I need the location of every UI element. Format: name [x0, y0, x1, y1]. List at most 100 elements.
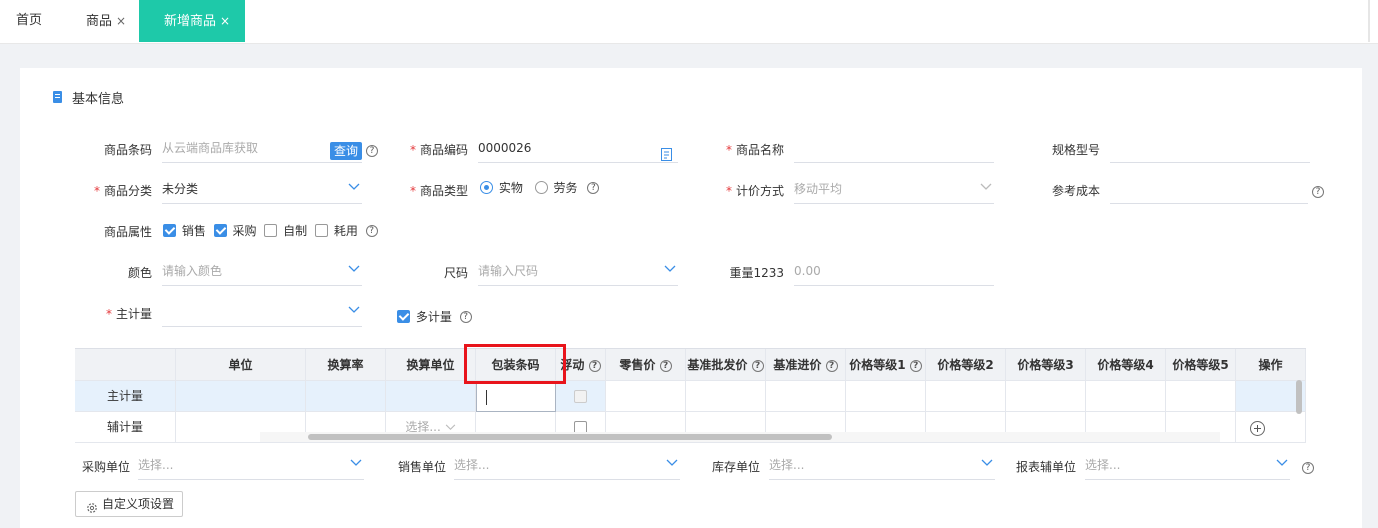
chevron-down-icon — [348, 265, 360, 275]
grid-header-level2: 价格等级2 — [926, 349, 1006, 381]
tab-bar-divider — [1368, 0, 1370, 42]
sales-unit-select[interactable]: 选择... — [454, 450, 680, 480]
grid-cell-level1[interactable] — [846, 381, 926, 412]
report-unit-label: 报表辅单位 — [1015, 460, 1076, 474]
color-select[interactable]: 请输入颜色 — [162, 256, 362, 286]
checkbox-sales[interactable] — [163, 224, 176, 237]
tab-bar: 首页 商品 × 新增商品 × — [0, 0, 1378, 44]
main-unit-select[interactable] — [162, 297, 362, 327]
help-icon[interactable]: ? — [751, 359, 764, 372]
weight-input[interactable]: 0.00 — [794, 256, 994, 286]
main-unit-label: * 主计量 — [105, 307, 152, 321]
help-icon[interactable]: ? — [659, 359, 672, 372]
grid-header-conv-unit: 换算单位 — [386, 349, 476, 381]
tab-new-product[interactable]: 新增商品 × — [139, 0, 245, 42]
valuation-label: * 计价方式 — [725, 184, 784, 198]
spec-label: 规格型号 — [1051, 143, 1100, 157]
checkbox-purchase[interactable] — [213, 224, 227, 237]
grid-header-retail: 零售价 ? — [606, 349, 686, 381]
code-input[interactable]: 0000026 — [478, 133, 678, 163]
radio-service[interactable] — [534, 181, 548, 194]
checkbox-self-made[interactable] — [264, 224, 278, 237]
chevron-down-icon — [980, 183, 992, 193]
text-cursor — [486, 390, 487, 405]
chevron-down-icon — [666, 459, 678, 469]
stock-unit-select[interactable]: 选择... — [769, 450, 995, 480]
horizontal-scrollbar[interactable] — [308, 434, 832, 440]
size-select[interactable]: 请输入尺码 — [478, 256, 678, 286]
close-icon[interactable]: × — [116, 14, 126, 28]
category-label: * 商品分类 — [93, 184, 152, 198]
checkbox-multi-unit[interactable] — [397, 310, 410, 323]
grid-cell-level5[interactable] — [1166, 381, 1236, 412]
attributes-label: 商品属性 — [103, 225, 152, 239]
grid-header-level3: 价格等级3 — [1006, 349, 1086, 381]
purchase-unit-select[interactable]: 选择... — [138, 450, 364, 480]
report-unit-select[interactable]: 选择... — [1085, 450, 1290, 480]
grid-cell-unit[interactable] — [176, 381, 306, 412]
help-icon[interactable]: ? — [1302, 460, 1314, 474]
grid-header-rate: 换算率 — [306, 349, 386, 381]
grid-row-label: 主计量 — [75, 381, 176, 412]
radio-physical[interactable] — [480, 181, 493, 194]
grid-cell-level3[interactable] — [1006, 381, 1086, 412]
help-icon[interactable]: ? — [459, 310, 472, 323]
grid-cell-rate[interactable] — [306, 381, 386, 412]
grid-cell-level2[interactable] — [926, 381, 1006, 412]
help-icon[interactable]: ? — [587, 181, 600, 194]
chevron-down-icon — [348, 306, 360, 316]
grid-cell-action — [1236, 412, 1306, 443]
grid-header-unit: 单位 — [176, 349, 306, 381]
spec-input[interactable] — [1110, 133, 1310, 163]
category-select[interactable]: 未分类 — [162, 174, 362, 204]
stock-unit-label: 库存单位 — [711, 460, 760, 474]
chevron-down-icon — [350, 459, 362, 469]
type-label: * 商品类型 — [409, 184, 468, 198]
help-icon[interactable]: ? — [365, 224, 378, 237]
unit-price-grid: 单位 换算率 换算单位 包装条码 浮动 ? 零售价 ? 基准批发价 ? 基准进价… — [75, 348, 1306, 444]
help-icon[interactable]: ? — [588, 359, 601, 372]
checkbox-float-disabled — [574, 390, 587, 403]
document-icon — [53, 91, 62, 103]
help-icon[interactable]: ? — [909, 359, 922, 372]
add-row-icon[interactable] — [1250, 421, 1265, 436]
chevron-down-icon — [348, 183, 360, 193]
grid-cell-retail[interactable] — [606, 381, 686, 412]
weight-label: 重量1233 — [729, 266, 784, 280]
close-icon[interactable]: × — [220, 14, 230, 28]
vertical-scrollbar[interactable] — [1296, 380, 1302, 414]
form-card: 基本信息 商品条码 从云端商品库获取 查询 ? * 商品编码 0000026 * 商… — [20, 68, 1362, 528]
multi-unit-group: 多计量 ? — [397, 308, 472, 325]
valuation-select[interactable]: 移动平均 — [794, 174, 994, 204]
help-icon[interactable]: ? — [366, 143, 378, 157]
tab-home[interactable]: 首页 — [16, 0, 42, 42]
grid-header-wholesale: 基准批发价 ? — [686, 349, 766, 381]
grid-cell-pack-barcode-input[interactable] — [476, 381, 556, 412]
code-label: * 商品编码 — [409, 143, 468, 157]
help-icon[interactable]: ? — [825, 359, 838, 372]
ref-cost-label: 参考成本 — [1051, 184, 1100, 198]
grid-cell-purchase[interactable] — [766, 381, 846, 412]
grid-header-level1: 价格等级1 ? — [846, 349, 926, 381]
grid-header-purchase: 基准进价 ? — [766, 349, 846, 381]
custom-fields-button[interactable]: 自定义项设置 — [75, 491, 183, 517]
checkbox-consumption[interactable] — [315, 224, 329, 237]
query-button[interactable]: 查询 — [330, 142, 362, 160]
highlight-annotation — [464, 344, 566, 384]
tab-products[interactable]: 商品 × — [86, 0, 126, 42]
grid-row-label: 辅计量 — [75, 412, 176, 443]
size-label: 尺码 — [443, 266, 468, 280]
grid-cell-wholesale[interactable] — [686, 381, 766, 412]
grid-cell-level4[interactable] — [1086, 381, 1166, 412]
grid-header-blank — [75, 349, 176, 381]
list-icon[interactable] — [661, 142, 672, 172]
ref-cost-input[interactable] — [1110, 174, 1308, 204]
sales-unit-label: 销售单位 — [397, 460, 446, 474]
gear-icon — [86, 498, 98, 522]
color-label: 颜色 — [127, 266, 152, 280]
name-input[interactable] — [794, 133, 994, 163]
help-icon[interactable]: ? — [1312, 184, 1324, 198]
chevron-down-icon — [981, 459, 993, 469]
grid-cell-conv-unit[interactable] — [386, 381, 476, 412]
grid-cell-float — [556, 381, 606, 412]
